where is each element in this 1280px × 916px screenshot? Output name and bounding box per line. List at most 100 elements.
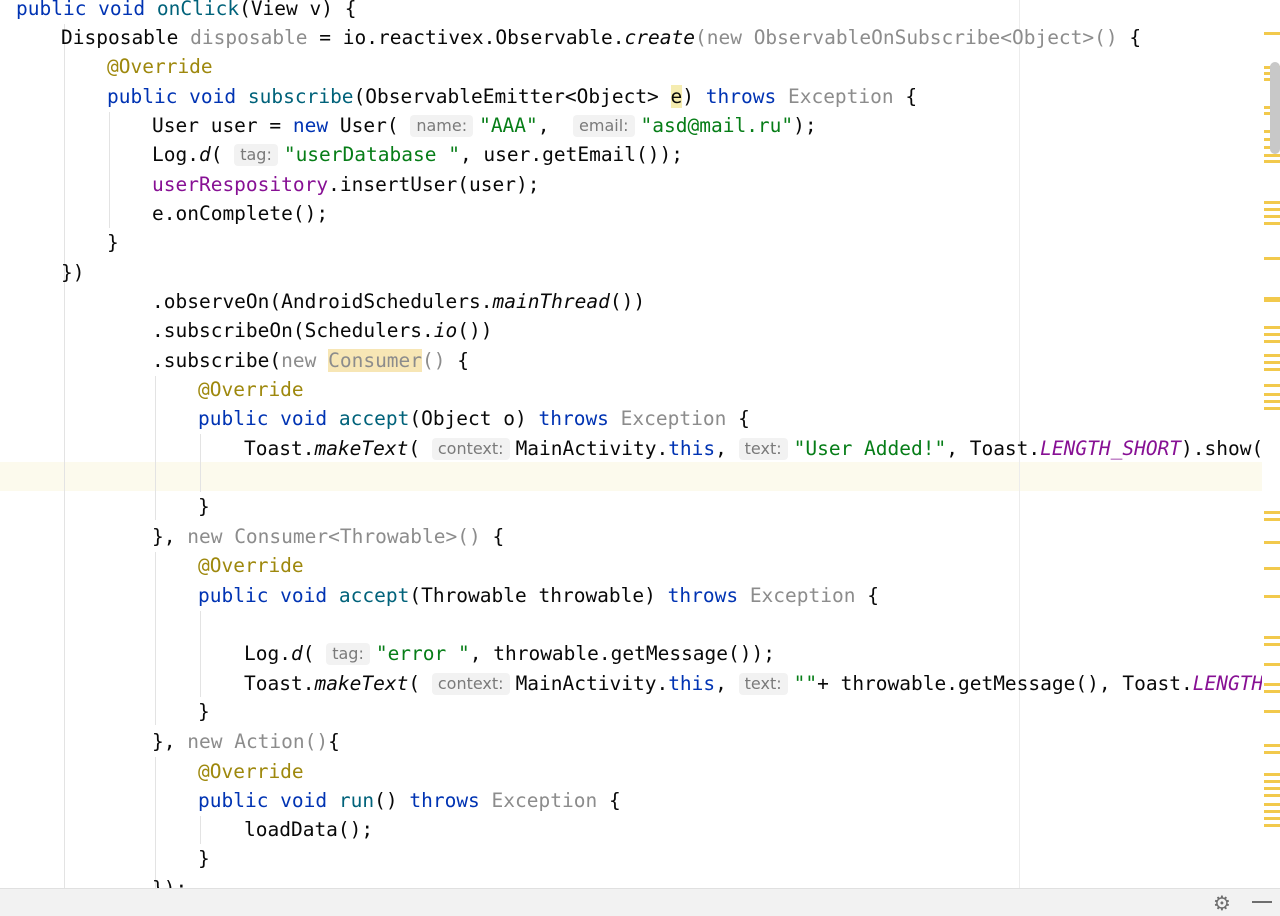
code-line[interactable]: Toast.makeText( context: MainActivity.thi… bbox=[244, 669, 1262, 698]
marker[interactable] bbox=[1264, 744, 1280, 747]
code-line[interactable]: }, new Action(){ bbox=[152, 727, 340, 756]
code-token: new bbox=[281, 349, 329, 372]
code-line[interactable]: Toast.makeText( context: MainActivity.thi… bbox=[244, 434, 1262, 463]
marker[interactable] bbox=[1264, 215, 1280, 218]
code-token: create bbox=[624, 26, 695, 49]
gear-icon[interactable]: ⚙ bbox=[1210, 891, 1234, 915]
code-line[interactable]: Disposable disposable = io.reactivex.Obs… bbox=[61, 23, 1141, 52]
code-line[interactable]: .observeOn(AndroidSchedulers.mainThread(… bbox=[152, 287, 645, 316]
marker[interactable] bbox=[1264, 297, 1280, 302]
code-token: .subscribeOn(Schedulers. bbox=[152, 319, 434, 342]
code-token: ( bbox=[408, 672, 432, 695]
code-token: new bbox=[187, 730, 235, 753]
marker[interactable] bbox=[1264, 154, 1280, 157]
code-token: "asd@mail.ru" bbox=[640, 114, 794, 137]
marker[interactable] bbox=[1264, 208, 1280, 211]
error-stripe[interactable] bbox=[1262, 0, 1280, 888]
code-token: }, bbox=[152, 525, 188, 548]
marker[interactable] bbox=[1264, 326, 1280, 329]
marker[interactable] bbox=[1264, 407, 1280, 410]
scrollbar-thumb[interactable] bbox=[1270, 62, 1280, 154]
marker[interactable] bbox=[1264, 340, 1280, 343]
param-hint: tag: bbox=[326, 643, 370, 665]
code-line[interactable]: @Override bbox=[198, 757, 304, 786]
code-token: @Override bbox=[107, 55, 213, 78]
code-line[interactable]: Log.d( tag: "error ", throwable.getMessag… bbox=[244, 639, 775, 668]
marker[interactable] bbox=[1264, 368, 1280, 371]
marker[interactable] bbox=[1264, 810, 1280, 813]
marker[interactable] bbox=[1264, 595, 1280, 598]
marker[interactable] bbox=[1264, 643, 1280, 646]
code-token: , Toast. bbox=[946, 437, 1041, 460]
code-token: ( bbox=[302, 642, 327, 665]
marker[interactable] bbox=[1264, 710, 1280, 713]
marker[interactable] bbox=[1264, 636, 1280, 639]
marker[interactable] bbox=[1264, 787, 1280, 790]
marker[interactable] bbox=[1264, 824, 1280, 827]
code-line[interactable]: public void accept(Object o) throws Exce… bbox=[198, 404, 750, 433]
code-token: () bbox=[304, 730, 329, 753]
code-line[interactable]: }) bbox=[61, 258, 84, 287]
code-line[interactable]: loadData(); bbox=[244, 815, 373, 844]
marker[interactable] bbox=[1264, 160, 1280, 163]
minus-icon[interactable] bbox=[1252, 901, 1272, 903]
marker[interactable] bbox=[1264, 511, 1280, 514]
marker[interactable] bbox=[1264, 400, 1280, 403]
param-hint: name: bbox=[410, 115, 474, 137]
code-line[interactable]: @Override bbox=[107, 52, 213, 81]
marker[interactable] bbox=[1264, 393, 1280, 396]
code-token: ( bbox=[408, 437, 432, 460]
marker[interactable] bbox=[1264, 773, 1280, 776]
code-token: public void bbox=[16, 0, 157, 20]
code-line[interactable]: @Override bbox=[198, 375, 304, 404]
marker[interactable] bbox=[1264, 780, 1280, 783]
code-line[interactable]: User user = new User( name: "AAA", email:… bbox=[152, 111, 817, 140]
marker[interactable] bbox=[1264, 32, 1280, 35]
code-token: subscribe bbox=[247, 85, 354, 108]
code-token: }); bbox=[152, 877, 187, 888]
marker[interactable] bbox=[1264, 518, 1280, 521]
marker[interactable] bbox=[1264, 257, 1280, 260]
marker[interactable] bbox=[1264, 384, 1280, 387]
code-line[interactable]: .subscribe(new Consumer() { bbox=[152, 346, 469, 375]
code-token: ()) bbox=[609, 290, 646, 313]
marker[interactable] bbox=[1264, 333, 1280, 336]
code-token: (ObservableEmitter<Object> bbox=[353, 85, 671, 108]
code-token: onClick bbox=[156, 0, 240, 20]
marker[interactable] bbox=[1264, 354, 1280, 357]
code-line[interactable]: .subscribeOn(Schedulers.io()) bbox=[152, 316, 492, 345]
marker[interactable] bbox=[1264, 541, 1280, 544]
code-line[interactable]: public void accept(Throwable throwable) … bbox=[198, 581, 879, 610]
marker[interactable] bbox=[1264, 222, 1280, 225]
code-token: , bbox=[715, 672, 739, 695]
indent-guide bbox=[200, 611, 201, 697]
marker[interactable] bbox=[1264, 201, 1280, 204]
marker[interactable] bbox=[1264, 663, 1280, 666]
code-line[interactable]: public void run() throws Exception { bbox=[198, 786, 621, 815]
marker[interactable] bbox=[1264, 361, 1280, 364]
code-token: this bbox=[668, 437, 716, 460]
code-editor[interactable]: public void onClick(View v) { Disposable… bbox=[0, 0, 1262, 888]
code-line[interactable]: }); bbox=[152, 874, 187, 888]
marker[interactable] bbox=[1264, 567, 1280, 570]
code-line[interactable]: public void onClick(View v) { bbox=[16, 0, 356, 23]
marker[interactable] bbox=[1264, 751, 1280, 754]
indent-guide bbox=[155, 376, 156, 520]
code-line[interactable]: e.onComplete(); bbox=[152, 199, 328, 228]
code-line[interactable]: }, new Consumer<Throwable>() { bbox=[152, 522, 504, 551]
code-line[interactable]: } bbox=[198, 697, 210, 726]
marker[interactable] bbox=[1264, 817, 1280, 820]
marker[interactable] bbox=[1264, 794, 1280, 797]
code-line[interactable]: } bbox=[198, 844, 210, 873]
code-line[interactable]: @Override bbox=[198, 551, 304, 580]
code-line[interactable]: Log.d( tag: "userDatabase ", user.getEmai… bbox=[152, 140, 683, 169]
code-token: { bbox=[597, 789, 621, 812]
marker[interactable] bbox=[1264, 690, 1280, 693]
marker[interactable] bbox=[1264, 803, 1280, 806]
code-line[interactable]: userRespository.insertUser(user); bbox=[152, 170, 539, 199]
marker[interactable] bbox=[1264, 683, 1280, 686]
code-line[interactable]: public void subscribe(ObservableEmitter<… bbox=[107, 82, 917, 111]
code-token: { bbox=[726, 407, 750, 430]
code-line[interactable]: } bbox=[107, 228, 119, 257]
code-line[interactable]: } bbox=[198, 492, 210, 521]
